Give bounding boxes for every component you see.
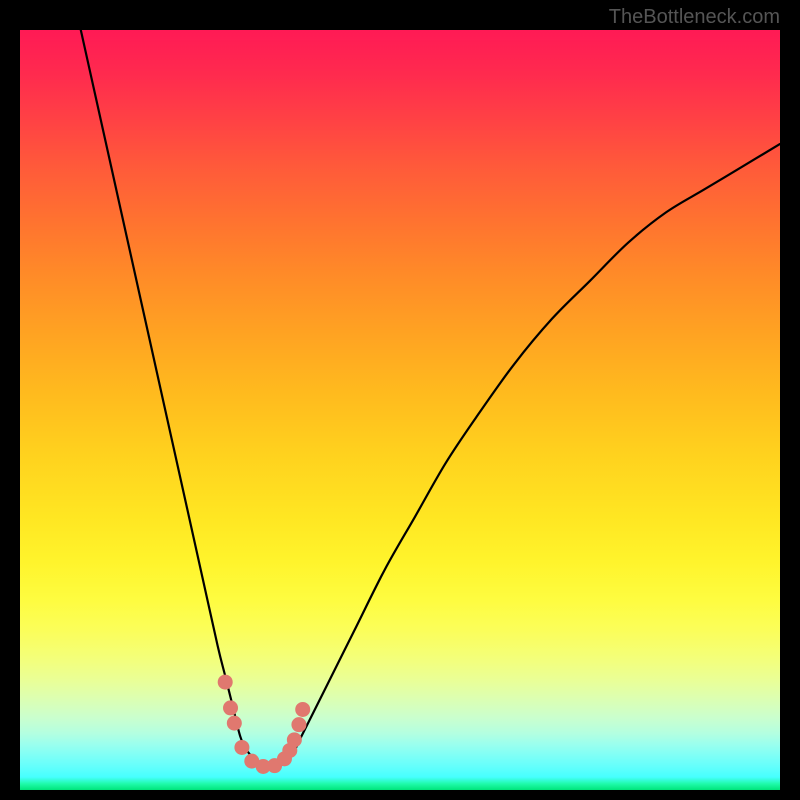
chart-svg xyxy=(20,30,780,790)
highlight-dots xyxy=(218,675,311,774)
highlight-dot xyxy=(295,702,310,717)
highlight-dot xyxy=(287,732,302,747)
highlight-dot xyxy=(234,740,249,755)
highlight-dot xyxy=(291,717,306,732)
watermark-text: TheBottleneck.com xyxy=(609,6,780,29)
highlight-dot xyxy=(223,700,238,715)
plot-area xyxy=(20,30,780,790)
highlight-dot xyxy=(218,675,233,690)
highlight-dot xyxy=(227,716,242,731)
bottleneck-curve xyxy=(81,30,780,769)
